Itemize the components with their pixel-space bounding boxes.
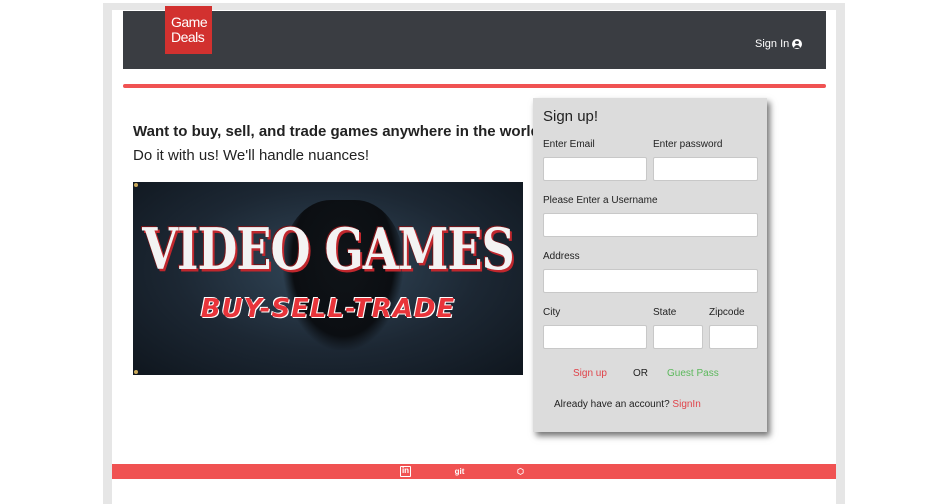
nav-signin-link[interactable]: Sign In xyxy=(755,38,803,50)
logo-line-2: Deals xyxy=(171,29,205,45)
signin-link[interactable]: SignIn xyxy=(672,399,700,410)
signup-title: Sign up! xyxy=(543,108,599,125)
username-label: Please Enter a Username xyxy=(543,195,658,206)
username-field[interactable] xyxy=(543,213,758,237)
logo-line-1: Game xyxy=(171,14,208,30)
navbar xyxy=(123,11,826,69)
linkedin-icon[interactable]: in xyxy=(400,466,411,477)
guest-pass-button[interactable]: Guest Pass xyxy=(667,368,719,379)
email-field[interactable] xyxy=(543,157,647,181)
email-label: Enter Email xyxy=(543,139,595,150)
user-circle-icon xyxy=(792,39,803,49)
address-label: Address xyxy=(543,251,580,262)
hero-subline: Do it with us! We'll handle nuances! xyxy=(133,147,370,164)
header-divider xyxy=(123,84,826,88)
git-icon[interactable]: git xyxy=(454,466,465,477)
nav-signin-label: Sign In xyxy=(755,38,790,50)
signup-card: Sign up! Enter Email Enter password Plea… xyxy=(533,98,767,432)
hero-headline: Want to buy, sell, and trade games anywh… xyxy=(133,123,549,140)
hero-banner-image: VIDEO GAMES BUY-SELL-TRADE xyxy=(133,182,523,375)
city-field[interactable] xyxy=(543,325,647,349)
already-account-label: Already have an account? xyxy=(554,399,670,410)
zipcode-field[interactable] xyxy=(709,325,758,349)
password-label: Enter password xyxy=(653,139,723,150)
signup-button[interactable]: Sign up xyxy=(573,368,607,379)
codepen-icon[interactable]: ⬡ xyxy=(515,466,526,477)
zipcode-label: Zipcode xyxy=(709,307,745,318)
or-separator: OR xyxy=(633,368,648,379)
already-account-text: Already have an account? SignIn xyxy=(554,399,701,410)
banner-grommet xyxy=(134,370,138,374)
banner-grommet xyxy=(134,183,138,187)
banner-subtitle: BUY-SELL-TRADE xyxy=(200,294,456,324)
state-label: State xyxy=(653,307,677,318)
banner-title: VIDEO GAMES xyxy=(142,215,514,283)
city-label: City xyxy=(543,307,561,318)
password-field[interactable] xyxy=(653,157,758,181)
site-logo[interactable]: Game Deals xyxy=(165,6,212,54)
address-field[interactable] xyxy=(543,269,758,293)
state-field[interactable] xyxy=(653,325,703,349)
footer-bar: in git ⬡ xyxy=(112,464,836,479)
